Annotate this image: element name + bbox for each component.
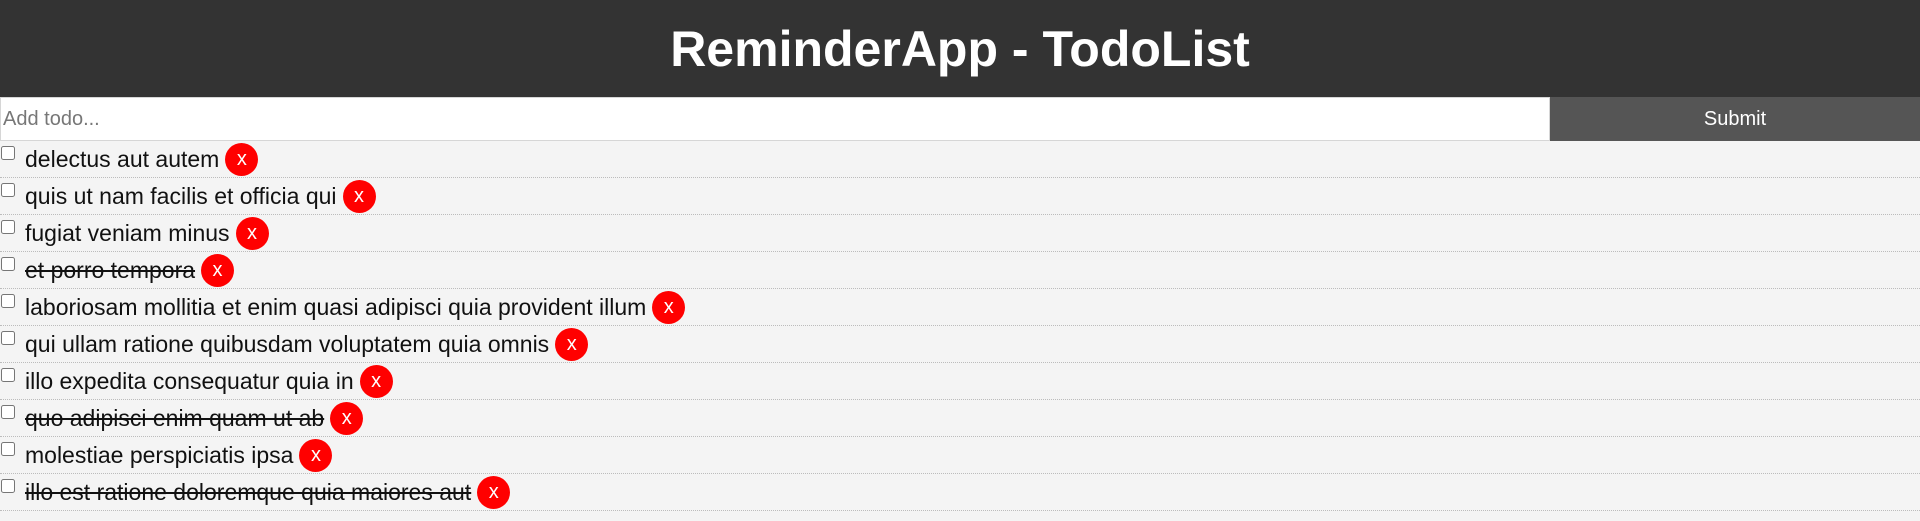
todo-title: laboriosam mollitia et enim quasi adipis… bbox=[25, 293, 647, 320]
todo-item: qui ullam ratione quibusdam voluptatem q… bbox=[0, 326, 1920, 363]
todo-item: quo adipisci enim quam ut ab x bbox=[0, 400, 1920, 437]
todo-checkbox[interactable] bbox=[1, 146, 15, 160]
submit-button[interactable]: Submit bbox=[1550, 97, 1920, 141]
todo-checkbox[interactable] bbox=[1, 294, 15, 308]
delete-button[interactable]: x bbox=[225, 142, 259, 176]
todo-app: ReminderApp - TodoList Submit delectus a… bbox=[0, 0, 1920, 521]
todo-title: illo est ratione doloremque quia maiores… bbox=[25, 478, 472, 505]
todo-checkbox[interactable] bbox=[1, 331, 15, 345]
todo-title: molestiae perspiciatis ipsa bbox=[25, 441, 294, 468]
add-todo-form: Submit bbox=[0, 97, 1920, 141]
todo-item: illo expedita consequatur quia in x bbox=[0, 363, 1920, 400]
page-title: ReminderApp - TodoList bbox=[670, 20, 1250, 77]
todo-item: quis ut nam facilis et officia qui x bbox=[0, 178, 1920, 215]
delete-button[interactable]: x bbox=[299, 438, 333, 472]
delete-button[interactable]: x bbox=[555, 327, 589, 361]
todo-checkbox[interactable] bbox=[1, 442, 15, 456]
todo-checkbox[interactable] bbox=[1, 257, 15, 271]
delete-button[interactable]: x bbox=[359, 364, 393, 398]
delete-button[interactable]: x bbox=[342, 179, 376, 213]
todo-title: qui ullam ratione quibusdam voluptatem q… bbox=[25, 330, 550, 357]
todo-title: et porro tempora bbox=[25, 256, 196, 283]
todo-item: fugiat veniam minus x bbox=[0, 215, 1920, 252]
delete-button[interactable]: x bbox=[235, 216, 269, 250]
todo-checkbox[interactable] bbox=[1, 479, 15, 493]
todo-checkbox[interactable] bbox=[1, 405, 15, 419]
todo-checkbox[interactable] bbox=[1, 220, 15, 234]
todo-title: illo expedita consequatur quia in bbox=[25, 367, 354, 394]
todo-title: delectus aut autem bbox=[25, 145, 220, 172]
delete-button[interactable]: x bbox=[201, 253, 235, 287]
app-header: ReminderApp - TodoList bbox=[0, 0, 1920, 97]
todo-item: molestiae perspiciatis ipsa x bbox=[0, 437, 1920, 474]
todo-item: illo est ratione doloremque quia maiores… bbox=[0, 474, 1920, 511]
todo-title: fugiat veniam minus bbox=[25, 219, 230, 246]
todo-input[interactable] bbox=[0, 97, 1550, 141]
todo-checkbox[interactable] bbox=[1, 368, 15, 382]
todo-checkbox[interactable] bbox=[1, 183, 15, 197]
todo-title: quo adipisci enim quam ut ab bbox=[25, 404, 325, 431]
todo-item: laboriosam mollitia et enim quasi adipis… bbox=[0, 289, 1920, 326]
todo-item: et porro tempora x bbox=[0, 252, 1920, 289]
delete-button[interactable]: x bbox=[477, 475, 511, 509]
todo-title: quis ut nam facilis et officia qui bbox=[25, 182, 337, 209]
delete-button[interactable]: x bbox=[330, 401, 364, 435]
todo-list: delectus aut autem x quis ut nam facilis… bbox=[0, 141, 1920, 521]
delete-button[interactable]: x bbox=[652, 290, 686, 324]
todo-item: delectus aut autem x bbox=[0, 141, 1920, 178]
